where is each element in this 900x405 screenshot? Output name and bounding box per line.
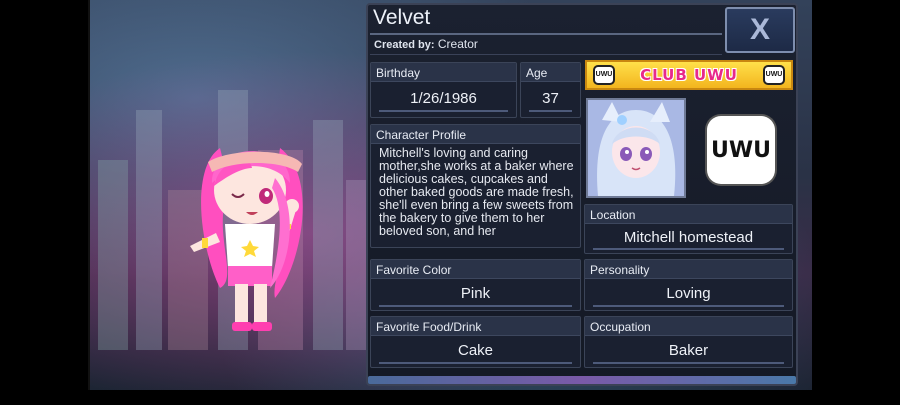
birthday-field[interactable]: Birthday 1/26/1986 [370,62,517,118]
birthday-underline [379,110,508,112]
portrait-image [588,100,684,196]
character-profile-label: Character Profile [371,125,580,144]
club-banner[interactable]: UWU CLUB UWU UWU [585,60,793,90]
age-underline [529,110,572,112]
creator-name: Creator [437,37,478,51]
favorite-color-field[interactable]: Favorite Color Pink [370,259,581,311]
personality-field[interactable]: Personality Loving [584,259,793,311]
personality-value: Loving [666,285,711,302]
age-value: 37 [542,90,559,107]
birthday-value: 1/26/1986 [410,90,477,107]
club-name: CLUB UWU [640,66,738,84]
location-label: Location [585,205,792,224]
club-badge-left: UWU [593,65,615,85]
uwu-logo-text: UWU [711,137,771,163]
location-field[interactable]: Location Mitchell homestead [584,204,793,254]
favorite-food-value: Cake [457,342,494,359]
age-label: Age [521,63,580,82]
occupation-label: Occupation [585,317,792,336]
character-portrait[interactable] [586,98,686,198]
age-field[interactable]: Age 37 [520,62,581,118]
favorite-food-label: Favorite Food/Drink [371,317,580,336]
favorite-color-label: Favorite Color [371,260,580,279]
name-underline [370,33,722,35]
favorite-food-field[interactable]: Favorite Food/Drink Cake [370,316,581,368]
favorite-food-underline [379,362,572,364]
birthday-label: Birthday [371,63,516,82]
occupation-underline [593,362,784,364]
left-frame-edge [88,0,90,390]
close-icon: X [749,13,770,46]
location-underline [593,248,784,250]
personality-label: Personality [585,260,792,279]
occupation-field[interactable]: Occupation Baker [584,316,793,368]
character-figure[interactable] [180,128,330,338]
created-divider [370,54,722,55]
occupation-value: Baker [668,342,709,359]
close-button[interactable]: X [725,7,795,53]
character-name[interactable]: Velvet [373,6,430,30]
created-by: Created by: Creator [374,37,478,51]
character-profile-text: Mitchell's loving and caring mother,she … [379,147,574,238]
panel-bottom-bar [368,376,796,384]
favorite-color-underline [379,305,572,307]
favorite-color-value: Pink [460,285,491,302]
location-value: Mitchell homestead [623,229,754,246]
club-badge-right: UWU [763,65,785,85]
created-by-label: Created by: [374,39,435,51]
personality-underline [593,305,784,307]
uwu-logo-icon: UWU [707,116,775,184]
